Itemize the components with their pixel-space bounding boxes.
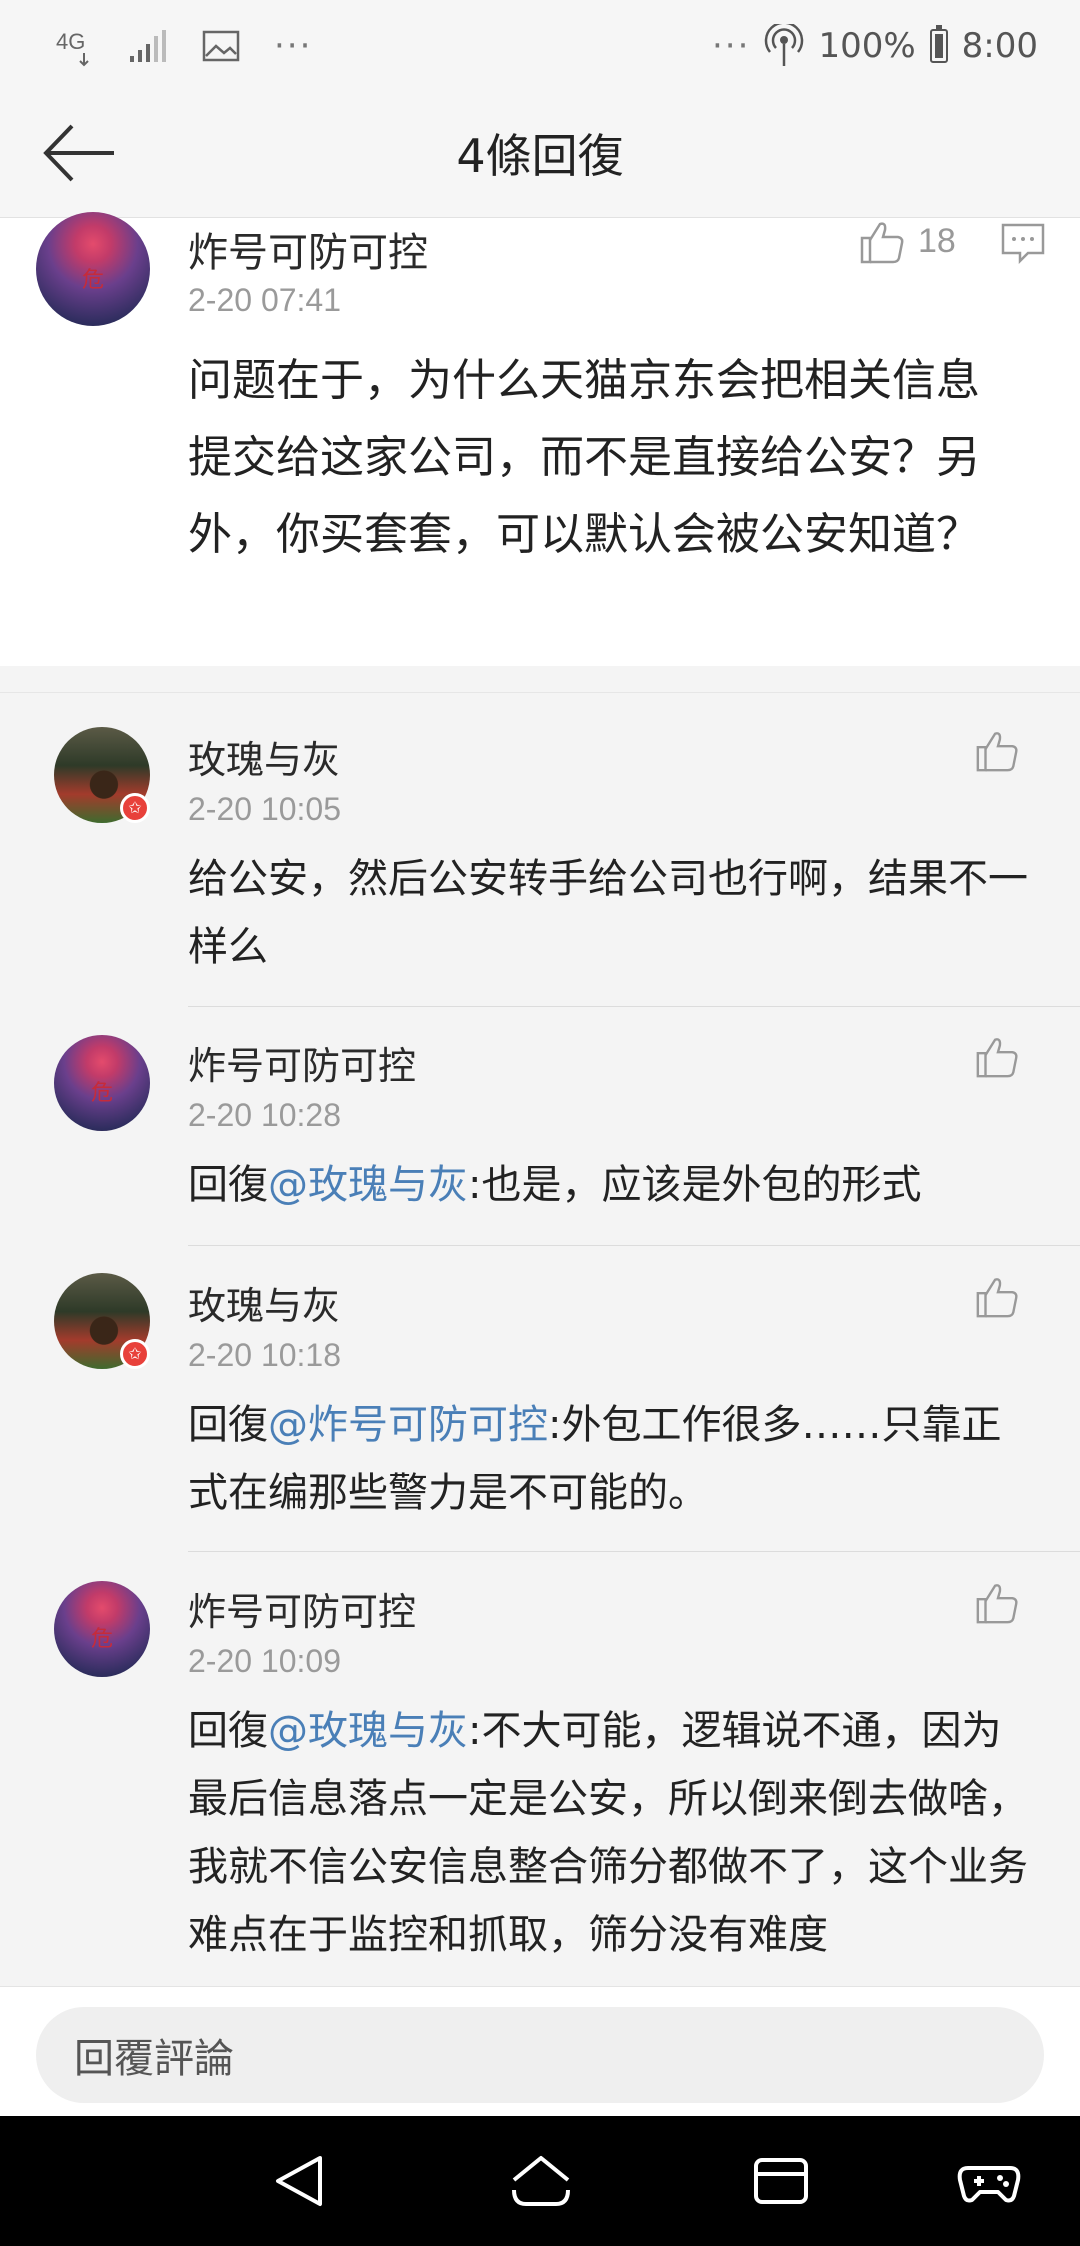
timestamp: 2-20 10:09 bbox=[188, 1643, 342, 1679]
avatar-mark: 危 bbox=[90, 1080, 113, 1106]
timestamp: 2-20 10:05 bbox=[188, 791, 342, 827]
reply-body: 给公安，然后公安转手给公司也行啊，结果不一样么 bbox=[188, 856, 1028, 970]
divider bbox=[188, 1551, 1080, 1552]
reply-text: 给公安，然后公安转手给公司也行啊，结果不一样么 bbox=[188, 845, 1034, 981]
mention-link[interactable]: @玫瑰与灰 bbox=[268, 1708, 468, 1754]
timestamp: 2-20 10:28 bbox=[188, 1097, 342, 1133]
title-bar: 4條回復 bbox=[0, 92, 1080, 218]
battery-icon bbox=[929, 25, 948, 63]
image-icon bbox=[202, 30, 240, 62]
nav-home-icon[interactable] bbox=[506, 2146, 576, 2216]
status-left: 4G ··· bbox=[54, 22, 312, 70]
timestamp: 2-20 10:18 bbox=[188, 1337, 342, 1373]
status-right-overflow: ··· bbox=[712, 26, 751, 66]
reply-prefix: 回復 bbox=[188, 1162, 268, 1208]
timestamp: 2-20 07:41 bbox=[188, 282, 342, 318]
thumbs-up-icon[interactable] bbox=[974, 729, 1020, 773]
status-bar: 4G ··· ··· 100% 8:00 bbox=[0, 0, 1080, 92]
network-4g-icon: 4G bbox=[56, 29, 89, 67]
thumbs-up-icon[interactable] bbox=[974, 1035, 1020, 1079]
comment-icon[interactable] bbox=[1000, 222, 1046, 264]
avatar-mark: 危 bbox=[90, 1626, 113, 1652]
game-controller-icon[interactable] bbox=[954, 2146, 1024, 2216]
mention-link[interactable]: @炸号可防可控 bbox=[268, 1402, 548, 1448]
nav-recents-icon[interactable] bbox=[746, 2146, 816, 2216]
reply-text: 回復@炸号可防可控:外包工作很多……只靠正式在编那些警力是不可能的。 bbox=[188, 1391, 1034, 1527]
avatar[interactable]: 危 bbox=[54, 1581, 150, 1677]
reply-bar: 回覆評論 bbox=[0, 1986, 1080, 2116]
author-name[interactable]: 炸号可防可控 bbox=[188, 1035, 416, 1090]
author-name[interactable]: 玫瑰与灰 bbox=[188, 729, 340, 784]
system-nav-bar bbox=[0, 2116, 1080, 2246]
reply-prefix: 回復 bbox=[188, 1402, 268, 1448]
divider bbox=[188, 1006, 1080, 1007]
author-name[interactable]: 炸号可防可控 bbox=[188, 220, 428, 278]
status-right: ··· 100% 8:00 bbox=[712, 22, 1038, 70]
reply-body: :也是，应该是外包的形式 bbox=[468, 1162, 922, 1208]
clock: 8:00 bbox=[961, 26, 1038, 66]
author-name[interactable]: 玫瑰与灰 bbox=[188, 1275, 340, 1330]
divider bbox=[188, 1245, 1080, 1246]
main-comment: 危 炸号可防可控 2-20 07:41 18 问题在于，为什么天猫京东会把相关信… bbox=[0, 212, 1080, 666]
thumbs-up-icon[interactable] bbox=[974, 1275, 1020, 1319]
reply-text: 回復@玫瑰与灰:不大可能，逻辑说不通，因为最后信息落点一定是公安，所以倒来倒去做… bbox=[188, 1697, 1034, 1969]
verified-badge-icon bbox=[120, 1339, 150, 1369]
reply-prefix: 回復 bbox=[188, 1708, 268, 1754]
hotspot-icon bbox=[765, 24, 804, 66]
reply-placeholder: 回覆評論 bbox=[74, 2036, 234, 2082]
reply-list: 玫瑰与灰 2-20 10:05 给公安，然后公安转手给公司也行啊，结果不一样么 … bbox=[0, 692, 1080, 1986]
signal-icon bbox=[130, 30, 166, 62]
nav-back-icon[interactable] bbox=[264, 2146, 334, 2216]
avatar[interactable]: 危 bbox=[54, 1035, 150, 1131]
avatar[interactable]: 危 bbox=[36, 212, 150, 326]
reply-text: 回復@玫瑰与灰:也是，应该是外包的形式 bbox=[188, 1151, 1034, 1219]
page-title: 4條回復 bbox=[456, 129, 624, 183]
mention-link[interactable]: @玫瑰与灰 bbox=[268, 1162, 468, 1208]
network-label: 4G bbox=[56, 29, 85, 54]
like-count: 18 bbox=[918, 222, 956, 260]
author-name[interactable]: 炸号可防可控 bbox=[188, 1581, 416, 1636]
comment-text: 问题在于，为什么天猫京东会把相关信息提交给这家公司，而不是直接给公安？另外，你买… bbox=[188, 355, 980, 560]
thumbs-up-icon[interactable] bbox=[974, 1581, 1020, 1625]
avatar-mark: 危 bbox=[81, 268, 104, 294]
verified-badge-icon bbox=[120, 793, 150, 823]
reply-input[interactable]: 回覆評論 bbox=[36, 2007, 1044, 2103]
battery-percent: 100% bbox=[818, 26, 916, 66]
thumbs-up-icon[interactable] bbox=[858, 220, 906, 264]
status-overflow: ··· bbox=[274, 26, 313, 66]
